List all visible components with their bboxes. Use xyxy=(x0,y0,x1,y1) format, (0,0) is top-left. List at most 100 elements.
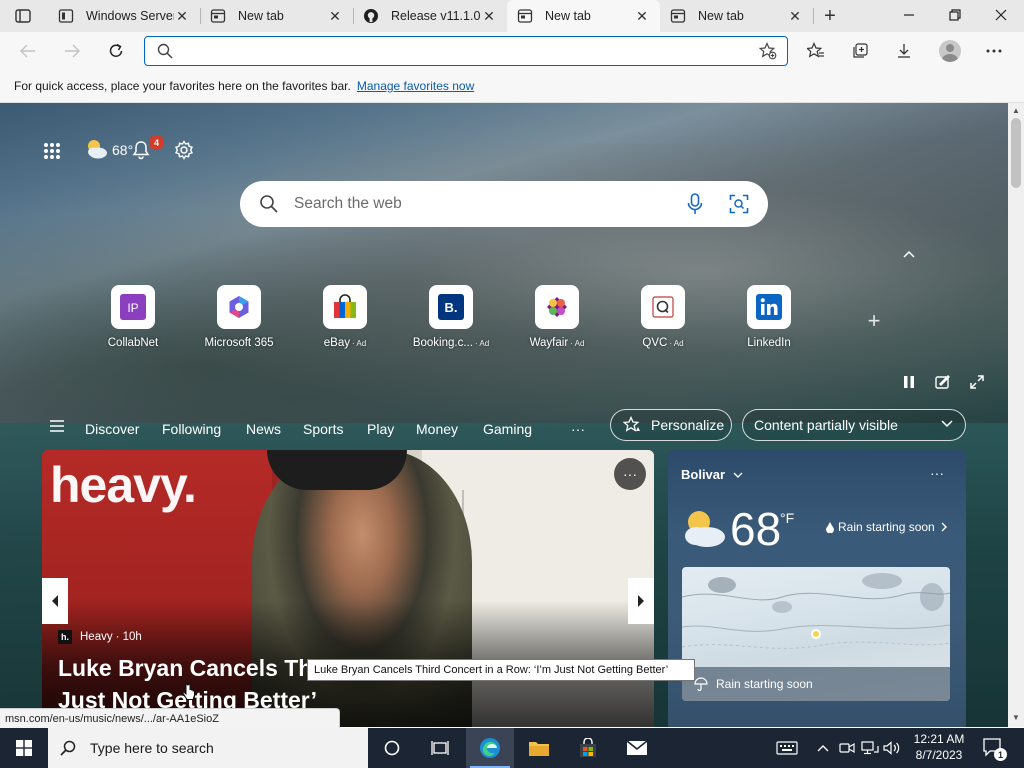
weather-card[interactable]: Bolivar ··· 68 °F Rain starting soon Rai… xyxy=(668,450,966,727)
quick-link-label: Microsoft 365 xyxy=(204,337,274,349)
quick-link-wayfair[interactable]: Wayfair · Ad xyxy=(504,285,610,355)
file-explorer-icon[interactable] xyxy=(515,728,563,768)
quick-link-qvc[interactable]: QVC · Ad xyxy=(610,285,716,355)
weather-map[interactable]: Rain starting soon xyxy=(682,567,950,701)
quick-link-ebay[interactable]: eBay · Ad xyxy=(292,285,398,355)
quick-link-label: QVC xyxy=(642,337,668,349)
tab-new-tab-2[interactable]: New tab ✕ xyxy=(660,0,813,32)
tab-new-tab-1[interactable]: New tab ✕ xyxy=(200,0,353,32)
close-icon[interactable]: ✕ xyxy=(481,8,497,24)
task-view-icon[interactable] xyxy=(416,728,464,768)
tab-title: Release v11.1.0 xyxy=(391,9,481,23)
gear-icon[interactable] xyxy=(173,139,195,161)
quick-link-label: Booking.c... xyxy=(412,337,473,349)
more-options-icon[interactable]: ··· xyxy=(614,458,646,490)
profile-avatar[interactable] xyxy=(939,40,961,62)
close-icon[interactable]: ✕ xyxy=(787,8,803,24)
page-scrollbar[interactable] xyxy=(1008,103,1024,727)
collections-icon[interactable] xyxy=(846,37,874,65)
close-window-button[interactable] xyxy=(978,0,1024,30)
action-center-badge: 1 xyxy=(994,748,1007,761)
cortana-icon[interactable] xyxy=(368,728,416,768)
tab-news[interactable]: News xyxy=(246,421,281,437)
chevron-up-icon[interactable] xyxy=(900,247,918,261)
personalize-button[interactable]: Personalize xyxy=(610,409,732,441)
volume-icon[interactable] xyxy=(882,728,902,768)
system-clock[interactable]: 12:21 AM 8/7/2023 xyxy=(904,731,974,765)
manage-favorites-link[interactable]: Manage favorites now xyxy=(357,79,474,93)
close-icon[interactable]: ✕ xyxy=(327,8,343,24)
edge-icon[interactable] xyxy=(466,728,514,768)
map-caption: Rain starting soon xyxy=(682,667,950,701)
quick-link-booking[interactable]: B. Booking.c... · Ad xyxy=(398,285,504,355)
forward-button[interactable] xyxy=(58,37,86,65)
web-search-box[interactable] xyxy=(240,181,768,227)
scroll-thumb[interactable] xyxy=(1011,118,1021,188)
close-icon[interactable]: ✕ xyxy=(174,8,190,24)
carousel-next-button[interactable] xyxy=(628,578,654,624)
tab-title: New tab xyxy=(238,9,284,23)
settings-menu-icon[interactable] xyxy=(980,37,1008,65)
weather-summary[interactable]: Rain starting soon xyxy=(826,520,947,534)
scroll-down-arrow[interactable]: ▼ xyxy=(1010,713,1022,723)
expand-icon[interactable] xyxy=(966,371,988,393)
taskbar-search[interactable]: Type here to search xyxy=(48,728,368,768)
content-visibility-label: Content partially visible xyxy=(754,417,898,433)
network-icon[interactable] xyxy=(860,728,880,768)
more-options-icon[interactable]: ··· xyxy=(930,465,944,481)
tab-gaming[interactable]: Gaming xyxy=(483,421,532,437)
carousel-prev-button[interactable] xyxy=(42,578,68,624)
tab-new-tab-active[interactable]: New tab ✕ xyxy=(507,0,660,32)
page-icon xyxy=(58,8,74,24)
refresh-button[interactable] xyxy=(102,37,130,65)
ad-label: · Ad xyxy=(474,339,490,348)
back-button[interactable] xyxy=(14,37,42,65)
quick-link-label: CollabNet xyxy=(107,337,159,349)
microphone-icon[interactable] xyxy=(684,193,706,215)
tab-release[interactable]: Release v11.1.0 ✕ xyxy=(353,0,507,32)
visual-search-icon[interactable] xyxy=(728,193,750,215)
quick-link-label: LinkedIn xyxy=(747,337,791,349)
add-favorite-icon[interactable] xyxy=(758,42,777,63)
quick-link-microsoft-365[interactable]: Microsoft 365 xyxy=(186,285,292,355)
edit-background-icon[interactable] xyxy=(932,371,954,393)
scroll-up-arrow[interactable]: ▲ xyxy=(1010,106,1022,116)
menu-icon[interactable] xyxy=(50,420,64,434)
content-visibility-dropdown[interactable]: Content partially visible xyxy=(742,409,966,441)
address-input[interactable] xyxy=(179,40,749,62)
meet-now-icon[interactable] xyxy=(838,728,856,768)
more-tabs-button[interactable]: ··· xyxy=(571,421,585,437)
svg-text:B.: B. xyxy=(445,300,458,315)
tab-money[interactable]: Money xyxy=(416,421,458,437)
quick-link-collabnet[interactable]: IP CollabNet xyxy=(80,285,186,355)
tab-windows-server[interactable]: Windows Server ✕ xyxy=(48,0,200,32)
weather-mini[interactable]: 68° xyxy=(84,137,133,163)
new-tab-button[interactable]: + xyxy=(818,5,842,27)
downloads-icon[interactable] xyxy=(890,37,918,65)
tab-discover[interactable]: Discover xyxy=(85,421,139,437)
weather-unit: °F xyxy=(780,510,795,526)
add-quick-link-button[interactable]: + xyxy=(864,308,884,333)
pause-background-icon[interactable] xyxy=(898,371,920,393)
tab-play[interactable]: Play xyxy=(367,421,394,437)
store-icon[interactable] xyxy=(564,728,612,768)
start-button[interactable] xyxy=(0,728,48,768)
address-bar[interactable] xyxy=(144,36,788,66)
close-icon[interactable]: ✕ xyxy=(634,8,650,24)
mail-icon[interactable] xyxy=(613,728,661,768)
favorites-icon[interactable] xyxy=(802,37,830,65)
personalize-label: Personalize xyxy=(651,417,725,433)
umbrella-icon xyxy=(694,677,708,691)
keyboard-icon[interactable] xyxy=(774,728,800,768)
tab-actions-icon[interactable] xyxy=(8,6,38,26)
minimize-button[interactable] xyxy=(886,0,932,30)
hero-news-card[interactable]: heavy. ··· h. Heavy · 10h Luke Bryan Can… xyxy=(42,450,654,727)
web-search-input[interactable] xyxy=(294,193,674,215)
chevron-up-icon[interactable] xyxy=(814,728,832,768)
tab-following[interactable]: Following xyxy=(162,421,221,437)
app-launcher-icon[interactable] xyxy=(42,141,62,161)
quick-link-linkedin[interactable]: LinkedIn xyxy=(716,285,822,355)
restore-button[interactable] xyxy=(932,0,978,30)
weather-location[interactable]: Bolivar xyxy=(681,467,743,482)
tab-sports[interactable]: Sports xyxy=(303,421,343,437)
